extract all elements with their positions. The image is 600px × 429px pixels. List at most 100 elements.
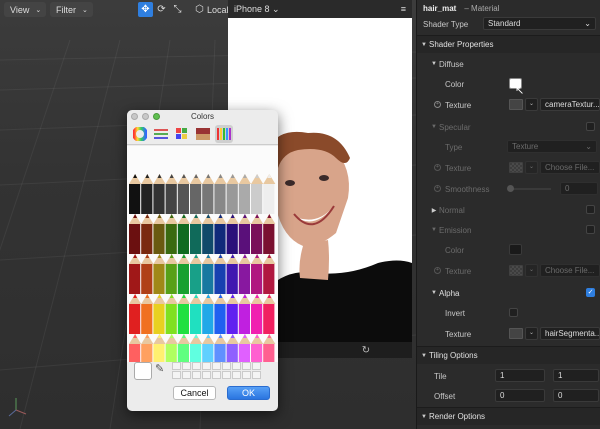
pencil-body[interactable] bbox=[251, 224, 263, 254]
pencil-body[interactable] bbox=[177, 304, 189, 334]
pencil-body[interactable] bbox=[226, 304, 238, 334]
smoothness-slider-track[interactable] bbox=[509, 188, 551, 190]
connect-pin-icon[interactable]: + bbox=[434, 185, 441, 192]
emission-header[interactable]: ▼ Emission bbox=[417, 221, 600, 239]
alpha-texture-field[interactable]: hairSegmenta... bbox=[540, 327, 600, 340]
render-options-header[interactable]: ▼ Render Options bbox=[417, 407, 600, 425]
pencil-body[interactable] bbox=[202, 264, 214, 294]
emission-color-swatch[interactable] bbox=[509, 244, 522, 255]
pencil-body[interactable] bbox=[153, 304, 165, 334]
pencil-body[interactable] bbox=[177, 184, 189, 214]
color-slot[interactable] bbox=[172, 362, 181, 370]
pencil-body[interactable] bbox=[141, 304, 153, 334]
device-select[interactable]: iPhone 8 ⌄ bbox=[234, 4, 280, 15]
pencil-body[interactable] bbox=[251, 264, 263, 294]
pencil-body[interactable] bbox=[202, 224, 214, 254]
normal-toggle-checkbox[interactable] bbox=[586, 205, 595, 214]
shader-type-select[interactable]: Standard ⌄ bbox=[483, 17, 596, 30]
pencil-body[interactable] bbox=[214, 304, 226, 334]
color-slot[interactable] bbox=[232, 362, 241, 370]
offset-y-field[interactable]: 0 bbox=[553, 389, 599, 402]
rotate-device-icon[interactable]: ↻ bbox=[362, 345, 370, 356]
minimize-window-button[interactable] bbox=[142, 113, 149, 120]
pencil-body[interactable] bbox=[129, 264, 141, 294]
pencil-body[interactable] bbox=[153, 224, 165, 254]
color-slot[interactable] bbox=[192, 371, 201, 379]
pencil-body[interactable] bbox=[165, 184, 177, 214]
pencil-body[interactable] bbox=[153, 184, 165, 214]
tiling-options-header[interactable]: ▼ Tiling Options bbox=[417, 346, 600, 364]
specular-header[interactable]: ▼ Specular bbox=[417, 118, 600, 136]
zoom-window-button[interactable] bbox=[153, 113, 160, 120]
color-slot[interactable] bbox=[222, 362, 231, 370]
pencil-body[interactable] bbox=[165, 224, 177, 254]
alpha-toggle-checkbox[interactable]: ✓ bbox=[586, 288, 595, 297]
color-sliders-tab[interactable] bbox=[152, 125, 170, 143]
texture-dropdown-button[interactable]: ⌄ bbox=[525, 161, 538, 174]
tile-y-field[interactable]: 1 bbox=[553, 369, 599, 382]
smoothness-value-field[interactable]: 0 bbox=[560, 182, 598, 195]
connect-pin-icon[interactable]: + bbox=[434, 267, 441, 274]
pencil-body[interactable] bbox=[238, 224, 250, 254]
pencil-body[interactable] bbox=[226, 184, 238, 214]
pencil-body[interactable] bbox=[226, 224, 238, 254]
color-slot[interactable] bbox=[242, 362, 251, 370]
emission-texture-field[interactable]: Choose File... bbox=[540, 264, 600, 277]
pencil-body[interactable] bbox=[263, 224, 275, 254]
rotate-tool-button[interactable]: ⟳ bbox=[154, 2, 169, 17]
connect-pin-icon[interactable]: + bbox=[434, 101, 441, 108]
pencil-body[interactable] bbox=[190, 224, 202, 254]
pencil-body[interactable] bbox=[251, 184, 263, 214]
pencil-body[interactable] bbox=[141, 264, 153, 294]
pencil-body[interactable] bbox=[165, 264, 177, 294]
color-slot[interactable] bbox=[252, 362, 261, 370]
tile-x-field[interactable]: 1 bbox=[495, 369, 545, 382]
pencil-body[interactable] bbox=[251, 304, 263, 334]
diffuse-texture-field[interactable]: cameraTextur... bbox=[540, 98, 600, 111]
offset-x-field[interactable]: 0 bbox=[495, 389, 545, 402]
scene-viewport[interactable]: View ⌄ Filter ⌄ ✥ ⟳ ⤡ ⬡ Local iPhone 8 ⌄ ≡ bbox=[0, 0, 416, 429]
pencil-body[interactable] bbox=[202, 304, 214, 334]
pencil-body[interactable] bbox=[238, 184, 250, 214]
color-slot[interactable] bbox=[182, 362, 191, 370]
color-wheel-tab[interactable] bbox=[131, 125, 149, 143]
color-slot[interactable] bbox=[212, 362, 221, 370]
eyedropper-icon[interactable]: ✎ bbox=[155, 362, 164, 375]
alpha-header[interactable]: ▼ Alpha ✓ bbox=[417, 284, 600, 302]
ok-button[interactable]: OK bbox=[227, 386, 270, 400]
color-slot[interactable] bbox=[202, 362, 211, 370]
specular-texture-field[interactable]: Choose File... bbox=[540, 161, 600, 174]
smoothness-slider-thumb[interactable] bbox=[507, 185, 514, 192]
move-tool-button[interactable]: ✥ bbox=[138, 2, 153, 17]
color-slot[interactable] bbox=[192, 362, 201, 370]
pencil-body[interactable] bbox=[177, 264, 189, 294]
pencil-body[interactable] bbox=[129, 224, 141, 254]
scale-tool-button[interactable]: ⤡ bbox=[170, 2, 185, 17]
pencils-tab[interactable] bbox=[215, 124, 233, 143]
shader-properties-header[interactable]: ▼ Shader Properties bbox=[417, 35, 600, 53]
cancel-button[interactable]: Cancel bbox=[173, 386, 216, 400]
color-slot[interactable] bbox=[182, 371, 191, 379]
pencil-body[interactable] bbox=[263, 264, 275, 294]
specular-type-select[interactable]: Texture ⌄ bbox=[507, 140, 597, 153]
local-space-button[interactable]: ⬡ bbox=[192, 2, 207, 17]
pencil-body[interactable] bbox=[190, 304, 202, 334]
pencil-body[interactable] bbox=[141, 184, 153, 214]
pencil-body[interactable] bbox=[214, 224, 226, 254]
pencil-body[interactable] bbox=[238, 304, 250, 334]
texture-dropdown-button[interactable]: ⌄ bbox=[525, 327, 538, 340]
pencil-body[interactable] bbox=[214, 264, 226, 294]
pencil-body[interactable] bbox=[141, 224, 153, 254]
close-window-button[interactable] bbox=[131, 113, 138, 120]
current-color-swatch[interactable] bbox=[134, 362, 152, 380]
texture-dropdown-button[interactable]: ⌄ bbox=[525, 98, 538, 111]
color-slot[interactable] bbox=[202, 371, 211, 379]
color-slot[interactable] bbox=[252, 371, 261, 379]
texture-dropdown-button[interactable]: ⌄ bbox=[525, 264, 538, 277]
color-slot[interactable] bbox=[222, 371, 231, 379]
color-slot[interactable] bbox=[232, 371, 241, 379]
pencil-body[interactable] bbox=[226, 264, 238, 294]
pencil-body[interactable] bbox=[238, 264, 250, 294]
color-slot[interactable] bbox=[212, 371, 221, 379]
color-palettes-tab[interactable] bbox=[173, 125, 191, 143]
